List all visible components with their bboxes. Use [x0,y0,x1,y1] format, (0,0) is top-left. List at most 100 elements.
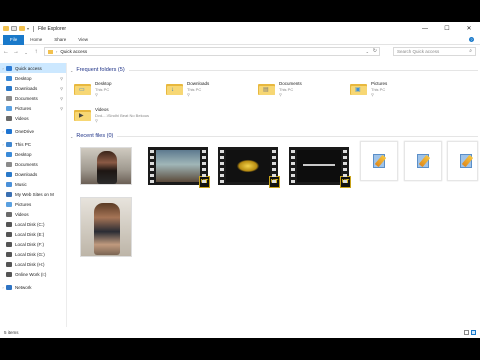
sidebar-item-documents[interactable]: Documents [0,159,66,169]
folder-tile-documents[interactable]: ▤ Documents This PC ⚲ [258,79,348,101]
sidebar-item-local-disk-e[interactable]: Local Disk (E:) [0,229,66,239]
film-perforation [202,150,206,153]
pin-icon[interactable]: ⚲ [60,76,63,81]
video-thumbnail[interactable]: UT [148,147,210,188]
recent-files-header[interactable]: ⌄ Recent files (0) [70,131,478,141]
tab-share[interactable]: Share [48,35,72,45]
sidebar-item-videos[interactable]: Videos [0,209,66,219]
film-perforation [202,180,206,183]
pin-icon[interactable]: ⚲ [60,106,63,111]
tab-home[interactable]: Home [24,35,48,45]
sidebar-item-documents[interactable]: Documents ⚲ [0,93,66,103]
recent-locations-button[interactable]: ⌄ [22,50,30,55]
address-bar[interactable]: › Quick access ⌄ ↻ [44,47,380,56]
sidebar-item-videos[interactable]: Videos [0,113,66,123]
folder-tile-downloads[interactable]: ↓ Downloads This PC ⚲ [166,79,256,101]
sidebar-item-quick-access[interactable]: › Quick access [0,63,66,73]
film-perforation [291,174,295,177]
pin-icon[interactable]: ⚲ [95,92,112,97]
sidebar-item-downloads[interactable]: Downloads [0,169,66,179]
sidebar-item-label: Quick access [15,65,42,71]
music-icon [6,181,12,187]
pin-icon[interactable]: ⚲ [279,92,302,97]
folder-text: Desktop This PC ⚲ [95,79,112,101]
navigation-pane-divider[interactable] [66,63,67,327]
video-thumbnail[interactable]: UT [289,147,351,188]
sidebar-item-downloads[interactable]: Downloads ⚲ [0,83,66,93]
drive-icon [6,221,12,227]
sidebar-item-label: Videos [15,211,29,217]
help-icon[interactable]: ? [469,37,474,42]
sidebar-item-my-web-sites-on-m[interactable]: My Web Sites on M [0,189,66,199]
folder-tile-pictures[interactable]: ▣ Pictures This PC ⚲ [350,79,440,101]
quick-access-toolbar: ▾ [3,26,31,31]
sidebar-item-local-disk-g[interactable]: Local Disk (G:) [0,249,66,259]
sidebar-item-onedrive[interactable]: › OneDrive [0,126,66,136]
minimize-button[interactable]: — [414,22,436,35]
file-explorer-window: ▾ File Explorer — ☐ ✕ File Home Share Vi… [0,22,480,338]
film-perforation [343,174,347,177]
new-folder-icon[interactable] [19,26,25,31]
window-title: File Explorer [38,25,67,32]
folder-icon[interactable] [3,26,9,31]
sidebar-item-local-disk-h[interactable]: Local Disk (H:) [0,259,66,269]
videos-folder-icon: ▶ [74,108,91,121]
photo-thumbnail[interactable] [80,197,132,257]
group-divider [128,69,478,71]
pin-icon[interactable]: ⚲ [60,96,63,101]
properties-icon[interactable] [11,26,17,31]
address-row: ← → ⌄ ↑ › Quick access ⌄ ↻ Search Quick … [0,46,480,58]
sidebar-item-music[interactable]: Music [0,179,66,189]
drive-icon [6,271,12,277]
back-button[interactable]: ← [2,49,10,55]
search-box[interactable]: Search Quick access ⌕ [393,47,476,56]
pin-icon[interactable]: ⚲ [95,118,149,123]
forward-button[interactable]: → [12,49,20,55]
status-bar: 5 items [0,327,480,338]
video-frame [226,150,270,182]
folder-tile-desktop[interactable]: ▭ Desktop This PC ⚲ [74,79,164,101]
large-icons-view-icon[interactable] [471,330,476,335]
details-view-icon[interactable] [464,330,469,335]
sidebar-item-this-pc[interactable]: › This PC [0,139,66,149]
sidebar-item-local-disk-f[interactable]: Local Disk (F:) [0,239,66,249]
refresh-icon[interactable]: ↻ [373,48,377,54]
sidebar-item-pictures[interactable]: Pictures [0,199,66,209]
sidebar-item-desktop[interactable]: Desktop [0,149,66,159]
film-perforation [272,168,276,171]
film-perforation [202,168,206,171]
pin-icon[interactable]: ⚲ [60,86,63,91]
breadcrumb-quick-access[interactable]: Quick access [60,49,87,54]
sidebar-item-desktop[interactable]: Desktop ⚲ [0,73,66,83]
maximize-button[interactable]: ☐ [436,22,458,35]
sidebar-item-pictures[interactable]: Pictures ⚲ [0,103,66,113]
search-icon[interactable]: ⌕ [469,48,472,55]
drive-icon [6,261,12,267]
sidebar-item-local-disk-c[interactable]: Local Disk (C:) [0,219,66,229]
customize-toolbar-icon[interactable]: ▾ [27,26,31,31]
video-thumbnail[interactable]: UT [218,147,280,188]
address-dropdown-icon[interactable]: ⌄ [366,49,369,54]
close-button[interactable]: ✕ [458,22,480,35]
collapse-chevron-icon[interactable]: ⌄ [70,68,73,73]
title-separator [33,25,34,32]
photo-thumbnail[interactable] [80,147,132,185]
up-button[interactable]: ↑ [32,49,40,55]
pin-icon[interactable]: ⚲ [187,92,209,97]
videos-icon [6,115,12,121]
document-thumbnail[interactable] [404,141,442,181]
collapse-chevron-icon[interactable]: ⌄ [70,134,73,139]
sidebar-item-network[interactable]: › Network [0,282,66,292]
folder-tile-videos[interactable]: ▶ Videos Dvd-...\Sindhi Beat No Bekous ⚲ [74,105,164,127]
tab-view[interactable]: View [72,35,94,45]
film-perforation [343,168,347,171]
tab-file[interactable]: File [3,34,25,45]
frequent-folders-header[interactable]: ⌄ Frequent folders (5) [70,65,478,75]
star-icon [6,65,12,71]
sidebar-item-online-work-i[interactable]: Online Work (I:) [0,269,66,279]
document-thumbnail[interactable] [360,141,398,181]
folder-text: Documents This PC ⚲ [279,79,302,101]
search-input[interactable]: Search Quick access [397,49,439,54]
pin-icon[interactable]: ⚲ [371,92,387,97]
document-thumbnail[interactable] [447,141,478,181]
